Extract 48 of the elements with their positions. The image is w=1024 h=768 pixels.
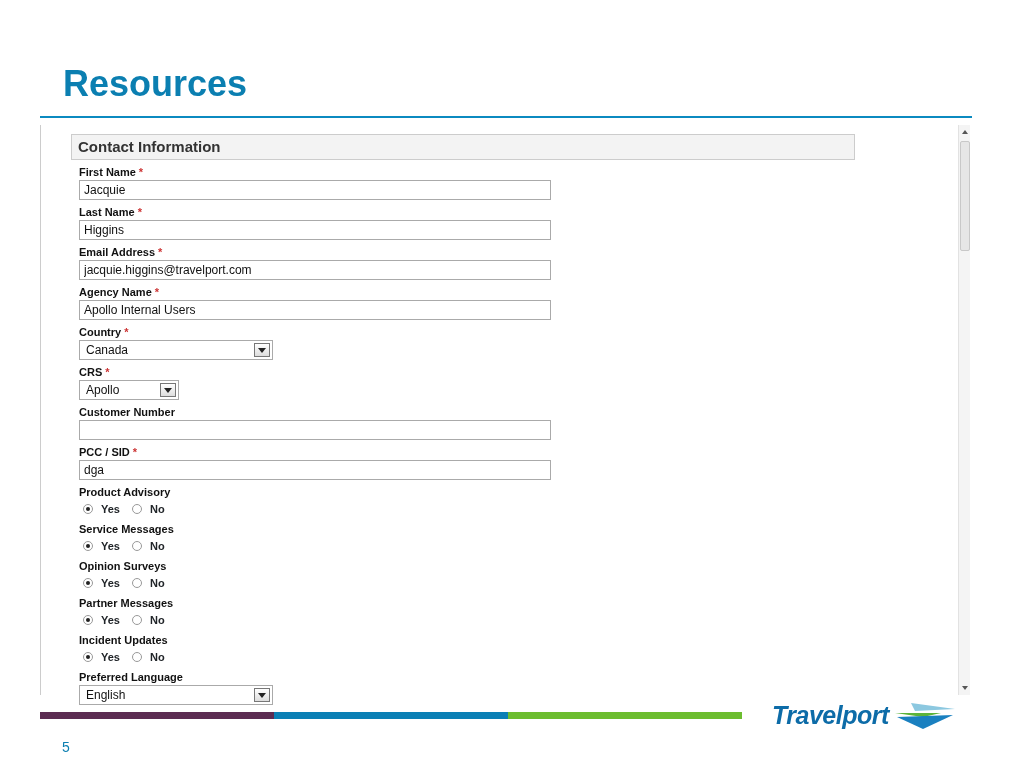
text-field[interactable]: jacquie.higgins@travelport.com	[79, 260, 551, 280]
dropdown-field[interactable]: English	[79, 685, 273, 705]
field-label: Partner Messages	[79, 597, 174, 609]
text-field[interactable]: Higgins	[79, 220, 551, 240]
field-label: Agency Name	[79, 286, 152, 298]
text-field[interactable]: Apollo Internal Users	[79, 300, 551, 320]
scroll-down-icon[interactable]	[962, 686, 968, 690]
radio-label: No	[149, 501, 165, 517]
required-marker: *	[132, 446, 137, 458]
field-label: Country	[79, 326, 122, 338]
radio-label: No	[149, 538, 165, 554]
field-label: PCC / SID	[79, 446, 130, 458]
field-label: Customer Number	[79, 406, 175, 418]
required-marker: *	[158, 246, 163, 258]
slide-title: Resources	[63, 62, 248, 106]
page-number: 5	[62, 738, 70, 757]
scrollbar-thumb[interactable]	[960, 141, 970, 251]
dropdown-field[interactable]: Apollo	[79, 380, 179, 400]
section-header: Contact Information	[71, 134, 855, 160]
field-label: Service Messages	[79, 523, 174, 535]
required-marker: *	[138, 166, 144, 178]
radio-label: Yes	[101, 501, 120, 517]
radio-label: No	[149, 612, 165, 628]
field-label: Product Advisory	[79, 486, 171, 498]
radio-label: Yes	[101, 538, 120, 554]
field-label: First Name	[79, 166, 136, 178]
field-label: Last Name	[79, 206, 135, 218]
field-label: Incident Updates	[79, 634, 168, 646]
field-label: Email Address	[79, 246, 155, 258]
required-marker: *	[105, 366, 110, 378]
field-label: Opinion Surveys	[79, 560, 167, 572]
radio-label: No	[149, 649, 165, 665]
scroll-up-icon[interactable]	[962, 130, 968, 134]
required-marker: *	[137, 206, 142, 218]
text-field[interactable]	[79, 420, 551, 440]
dropdown-field[interactable]: Canada	[79, 340, 273, 360]
text-field[interactable]: dga	[79, 460, 551, 480]
radio-label: Yes	[101, 575, 120, 591]
logo-text: Travelport	[772, 700, 889, 731]
text-field[interactable]: Jacquie	[79, 180, 551, 200]
radio-label: Yes	[101, 612, 120, 628]
required-marker: *	[154, 286, 160, 298]
radio-label: No	[149, 575, 165, 591]
field-label: Preferred Language	[79, 671, 183, 683]
radio-label: Yes	[101, 649, 120, 665]
field-label: CRS	[79, 366, 103, 378]
scrollbar[interactable]	[958, 125, 970, 695]
required-marker: *	[124, 326, 129, 338]
